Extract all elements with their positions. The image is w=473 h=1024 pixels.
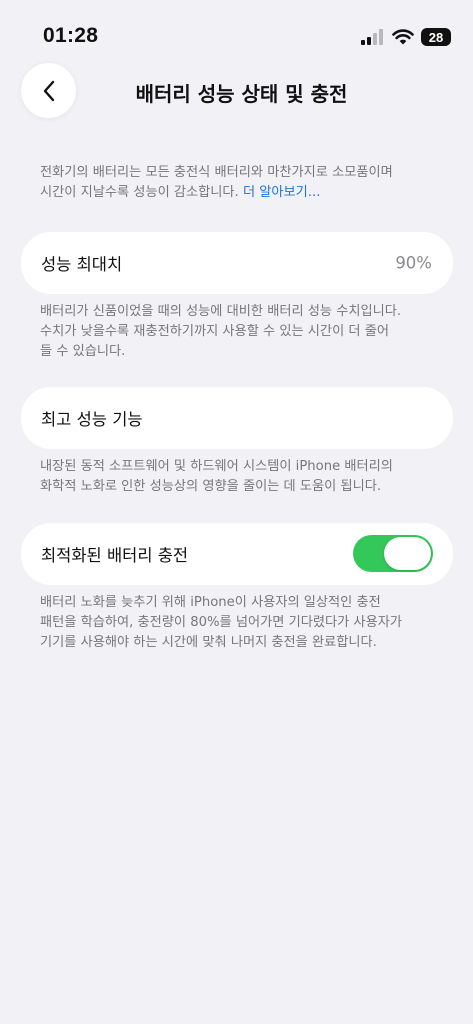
peak-performance-row[interactable]: 최고 성능 기능 [21, 387, 453, 449]
toggle-knob [384, 537, 431, 570]
optimized-charging-row: 최적화된 배터리 충전 [21, 523, 453, 585]
intro-caption: 전화기의 배터리는 모든 충전식 배터리와 마찬가지로 소모품이며 시간이 지날… [40, 163, 445, 203]
page-title: 배터리 성능 상태 및 충전 [135, 82, 348, 106]
peak-performance-caption: 내장된 동적 소프트웨어 및 하드웨어 시스템이 iPhone 배터리의 화학적… [40, 459, 393, 494]
max-capacity-value: 90% [395, 253, 432, 273]
optimized-charging-caption: 배터리 노화를 늦추기 위해 iPhone이 사용자의 일상적인 충전 패턴을 … [40, 595, 402, 650]
battery-level: 28 [421, 28, 451, 46]
max-capacity-label: 성능 최대치 [41, 255, 123, 274]
status-icons: 28 [361, 27, 451, 47]
learn-more-link[interactable]: 더 알아보기... [243, 185, 320, 200]
max-capacity-row: 성능 최대치 90% [21, 232, 453, 294]
max-capacity-caption: 배터리가 신품이었을 때의 성능에 대비한 배터리 성능 수치입니다. 수치가 … [40, 304, 402, 359]
status-bar: 01:28 28 [0, 0, 473, 70]
battery-icon: 28 [421, 28, 451, 46]
wifi-icon [392, 29, 414, 45]
optimized-charging-toggle[interactable] [353, 535, 433, 572]
intro-text: 전화기의 배터리는 모든 충전식 배터리와 마찬가지로 소모품이며 시간이 지날… [40, 165, 393, 200]
status-time: 01:28 [43, 24, 99, 47]
peak-performance-label: 최고 성능 기능 [41, 410, 143, 429]
optimized-charging-label: 최적화된 배터리 충전 [41, 546, 189, 565]
cellular-signal-icon [361, 29, 383, 45]
